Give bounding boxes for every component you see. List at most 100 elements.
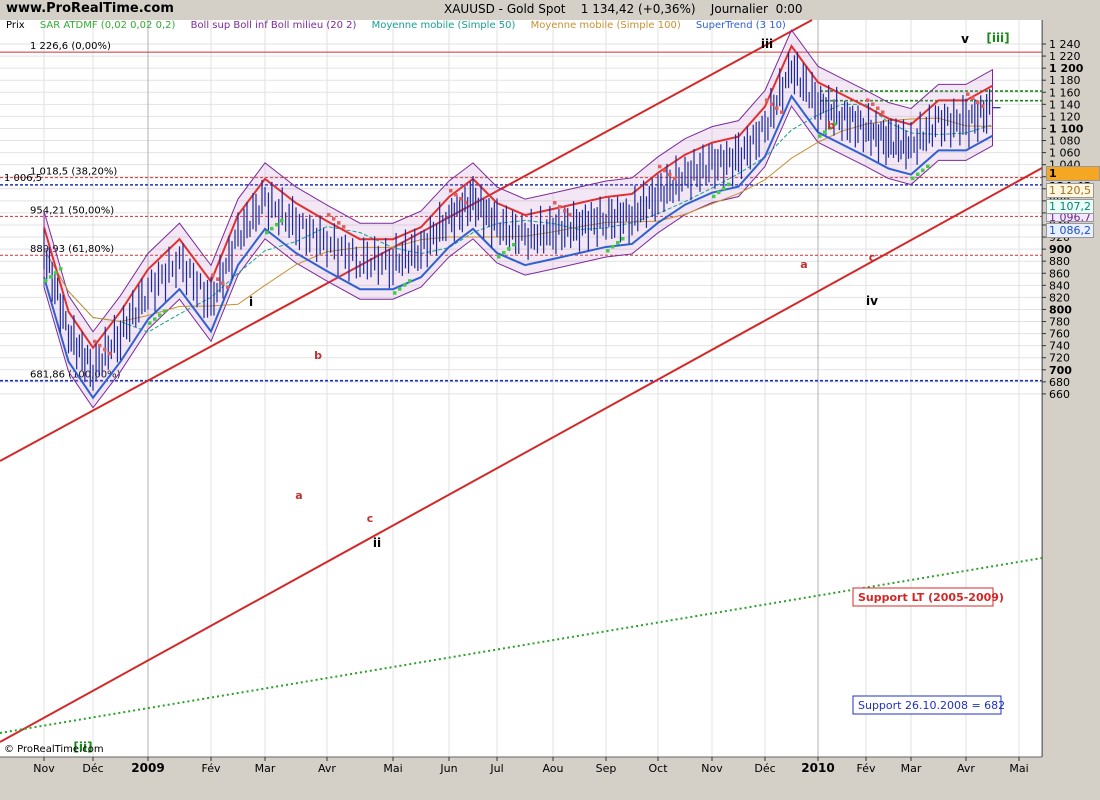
- x-tick-label: Jul: [489, 762, 503, 775]
- sar-dot: [563, 209, 567, 213]
- x-tick-label: Avr: [318, 762, 336, 775]
- legend-sma100: Moyenne mobile (Simple 100): [530, 20, 681, 31]
- sar-dot: [153, 317, 157, 321]
- wave-label: v: [961, 32, 969, 46]
- x-tick-label: Fév: [201, 762, 220, 775]
- x-tick-label: 2009: [131, 761, 164, 775]
- sar-dot: [44, 279, 48, 283]
- wave-label: i: [249, 295, 253, 309]
- sar-dot: [342, 225, 346, 229]
- y-tick-label: 700: [1049, 364, 1072, 377]
- sar-dot: [148, 321, 152, 325]
- x-tick-label: Nov: [701, 762, 723, 775]
- sar-dot: [464, 200, 468, 205]
- sar-dot: [98, 343, 102, 348]
- sar-dot: [712, 194, 716, 199]
- sar-dot: [981, 104, 985, 108]
- sar-dot: [916, 172, 920, 177]
- wave-label: b: [314, 349, 322, 362]
- legend-supertrend: SuperTrend (3 10): [695, 20, 786, 31]
- copyright: © ProRealTime.com: [4, 744, 104, 755]
- wave-label: ii: [373, 536, 381, 550]
- x-tick-label: Aou: [542, 762, 563, 775]
- sar-dot: [775, 106, 779, 110]
- legend-bollinger: Boll sup Boll inf Boll milieu (20 2): [190, 20, 357, 31]
- y-tick-label: 780: [1049, 316, 1070, 329]
- sar-dot: [717, 190, 721, 195]
- y-tick-label: 720: [1049, 352, 1070, 365]
- badge-sma50: 1 107,2: [1046, 199, 1094, 214]
- sar-dot: [911, 176, 915, 181]
- sar-dot: [976, 100, 980, 104]
- fib-label: 954,21 (50,00%): [30, 205, 114, 216]
- x-tick-label: Mai: [383, 762, 402, 775]
- sar-dot: [866, 98, 870, 102]
- y-tick-label: 880: [1049, 255, 1070, 268]
- sar-dot: [408, 279, 412, 283]
- sar-dot: [459, 196, 463, 201]
- sar-dot: [553, 201, 557, 205]
- x-tick-label: Fév: [856, 762, 875, 775]
- y-tick-label: 1 200: [1049, 62, 1084, 75]
- x-tick-label: Mar: [901, 762, 922, 775]
- sar-dot: [512, 242, 516, 247]
- sar-dot: [337, 221, 341, 225]
- sar-dot: [780, 110, 784, 114]
- indicator-legend: Prix SAR ATDMF (0,02 0,02 0,2) Boll sup …: [6, 20, 798, 31]
- badge-supertrend: 1 086,2: [1046, 223, 1094, 238]
- sar-dot: [158, 313, 162, 317]
- badge-sma100: 1 120,5: [1046, 183, 1094, 198]
- sar-dot: [568, 213, 572, 217]
- sar-dot: [971, 96, 975, 100]
- sar-dot: [926, 164, 930, 169]
- wave-label: b: [827, 119, 835, 132]
- legend-sma50: Moyenne mobile (Simple 50): [371, 20, 516, 31]
- wave-label: [iii]: [986, 31, 1009, 45]
- x-tick-label: Mai: [1009, 762, 1028, 775]
- legend-sar: SAR ATDMF (0,02 0,02 0,2): [39, 20, 176, 31]
- wave-label: c: [367, 512, 374, 525]
- annotation-text: Support 26.10.2008 = 682: [858, 699, 1005, 712]
- y-tick-label: 840: [1049, 279, 1070, 292]
- sar-dot: [226, 285, 230, 289]
- sar-dot: [502, 250, 506, 255]
- wave-label: c: [869, 251, 876, 264]
- badge-boll-low: 1 096,7: [1046, 213, 1094, 222]
- sar-dot: [49, 275, 53, 279]
- hline-label: 1 006,5: [4, 173, 42, 184]
- sar-dot: [221, 281, 225, 285]
- wave-label: iii: [761, 37, 773, 51]
- sar-dot: [611, 244, 615, 249]
- x-tick-label: Jun: [439, 762, 457, 775]
- y-tick-label: 1 140: [1049, 98, 1081, 111]
- sar-dot: [327, 213, 331, 217]
- fib-label: 1 018,5 (38,20%): [30, 167, 117, 178]
- y-tick-label: 740: [1049, 340, 1070, 353]
- sar-dot: [765, 98, 769, 102]
- wave-label: a: [800, 258, 807, 271]
- y-tick-label: 900: [1049, 243, 1072, 256]
- y-tick-label: 1 120: [1049, 110, 1081, 123]
- x-tick-label: Déc: [82, 762, 103, 775]
- sar-dot: [606, 248, 610, 253]
- x-tick-label: Oct: [648, 762, 668, 775]
- price-chart[interactable]: 1 226,6 (0,00%) 1 018,5 (38,20%) 954,21 (5…: [0, 0, 1100, 800]
- x-tick-label: 2010: [801, 761, 834, 775]
- y-tick-label: 680: [1049, 376, 1070, 389]
- sar-dot: [663, 168, 667, 173]
- sar-dot: [507, 246, 511, 251]
- legend-prix: Prix: [6, 20, 25, 31]
- sar-dot: [211, 273, 215, 277]
- y-tick-label: 1 160: [1049, 86, 1081, 99]
- sar-dot: [558, 205, 562, 209]
- sar-dot: [403, 283, 407, 287]
- sar-dot: [275, 222, 279, 227]
- sar-dot: [280, 218, 284, 223]
- sar-dot: [108, 351, 112, 356]
- y-tick-label: 1 180: [1049, 74, 1081, 87]
- sar-dot: [54, 271, 58, 275]
- badge-last-price: 1 134,42: [1046, 166, 1100, 193]
- sar-dot: [823, 130, 827, 134]
- sar-dot: [332, 217, 336, 221]
- sar-dot: [454, 192, 458, 197]
